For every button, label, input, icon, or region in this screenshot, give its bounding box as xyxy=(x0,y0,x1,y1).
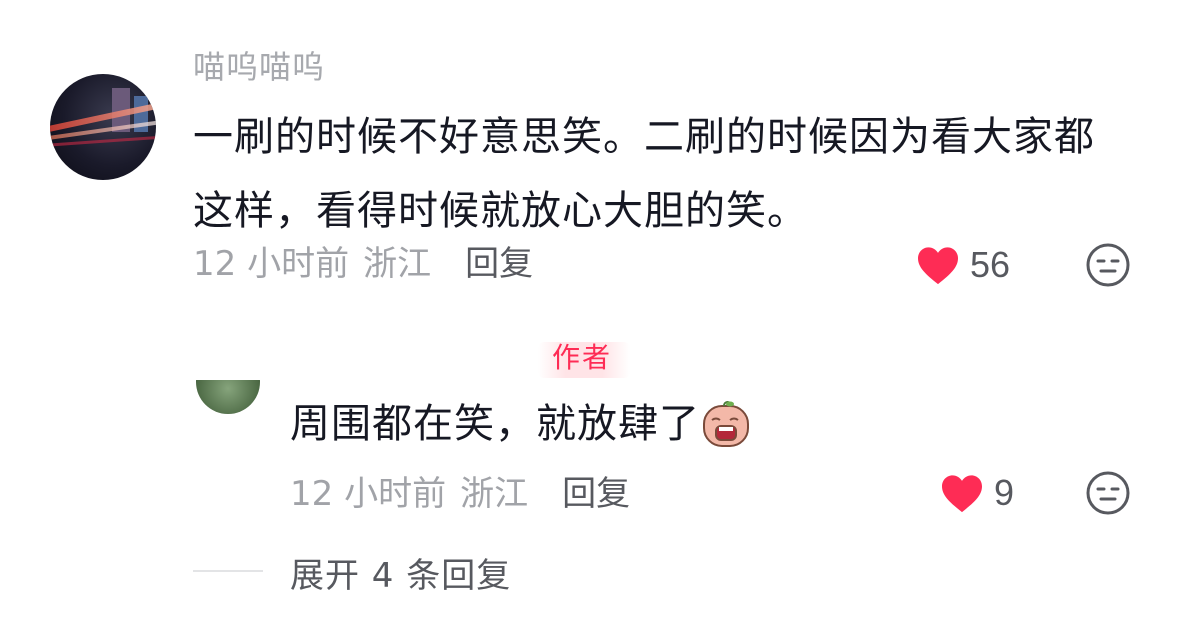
heart-icon xyxy=(918,247,958,285)
reply-text-row: 周围都在笑，就放肆了 xyxy=(290,394,750,454)
comment-time: 12 小时前 xyxy=(193,244,350,284)
reply-region: 浙江 xyxy=(460,474,529,514)
author-badge-label: 作者 xyxy=(552,341,613,374)
expand-replies-button[interactable]: 展开 4 条回复 xyxy=(290,548,511,597)
comment-section: 喵呜喵呜 一刷的时候不好意思笑。二刷的时候因为看大家都这样，看得时候就放心大胆的… xyxy=(0,0,1179,621)
commenter-avatar[interactable] xyxy=(50,74,156,180)
dislike-face-icon[interactable] xyxy=(1085,470,1131,516)
like-count: 56 xyxy=(970,244,1011,285)
reply-like-count: 9 xyxy=(994,472,1015,513)
reply-reply-button[interactable]: 回复 xyxy=(562,466,630,515)
reply-time: 12 小时前 xyxy=(290,474,447,514)
like-button[interactable]: 56 xyxy=(916,244,1010,286)
comment-text: 一刷的时候不好意思笑。二刷的时候因为看大家都这样，看得时候就放心大胆的笑。 xyxy=(193,114,1095,234)
author-badge: 作者 xyxy=(538,342,630,378)
heart-icon xyxy=(942,475,982,513)
reply-like-button[interactable]: 9 xyxy=(940,472,1014,514)
dislike-face-icon[interactable] xyxy=(1085,242,1131,288)
reply-text: 周围都在笑，就放肆了 xyxy=(290,401,700,447)
reply-button[interactable]: 回复 xyxy=(465,236,533,285)
expand-divider xyxy=(193,570,263,572)
comment-region: 浙江 xyxy=(363,244,432,284)
reply-meta: 12 小时前 浙江 回复 xyxy=(290,466,630,515)
commenter-username[interactable]: 喵呜喵呜 xyxy=(193,50,325,88)
author-avatar[interactable] xyxy=(196,380,260,414)
crying-face-emoji-icon xyxy=(703,401,749,447)
comment-meta: 12 小时前 浙江 回复 xyxy=(193,236,533,285)
